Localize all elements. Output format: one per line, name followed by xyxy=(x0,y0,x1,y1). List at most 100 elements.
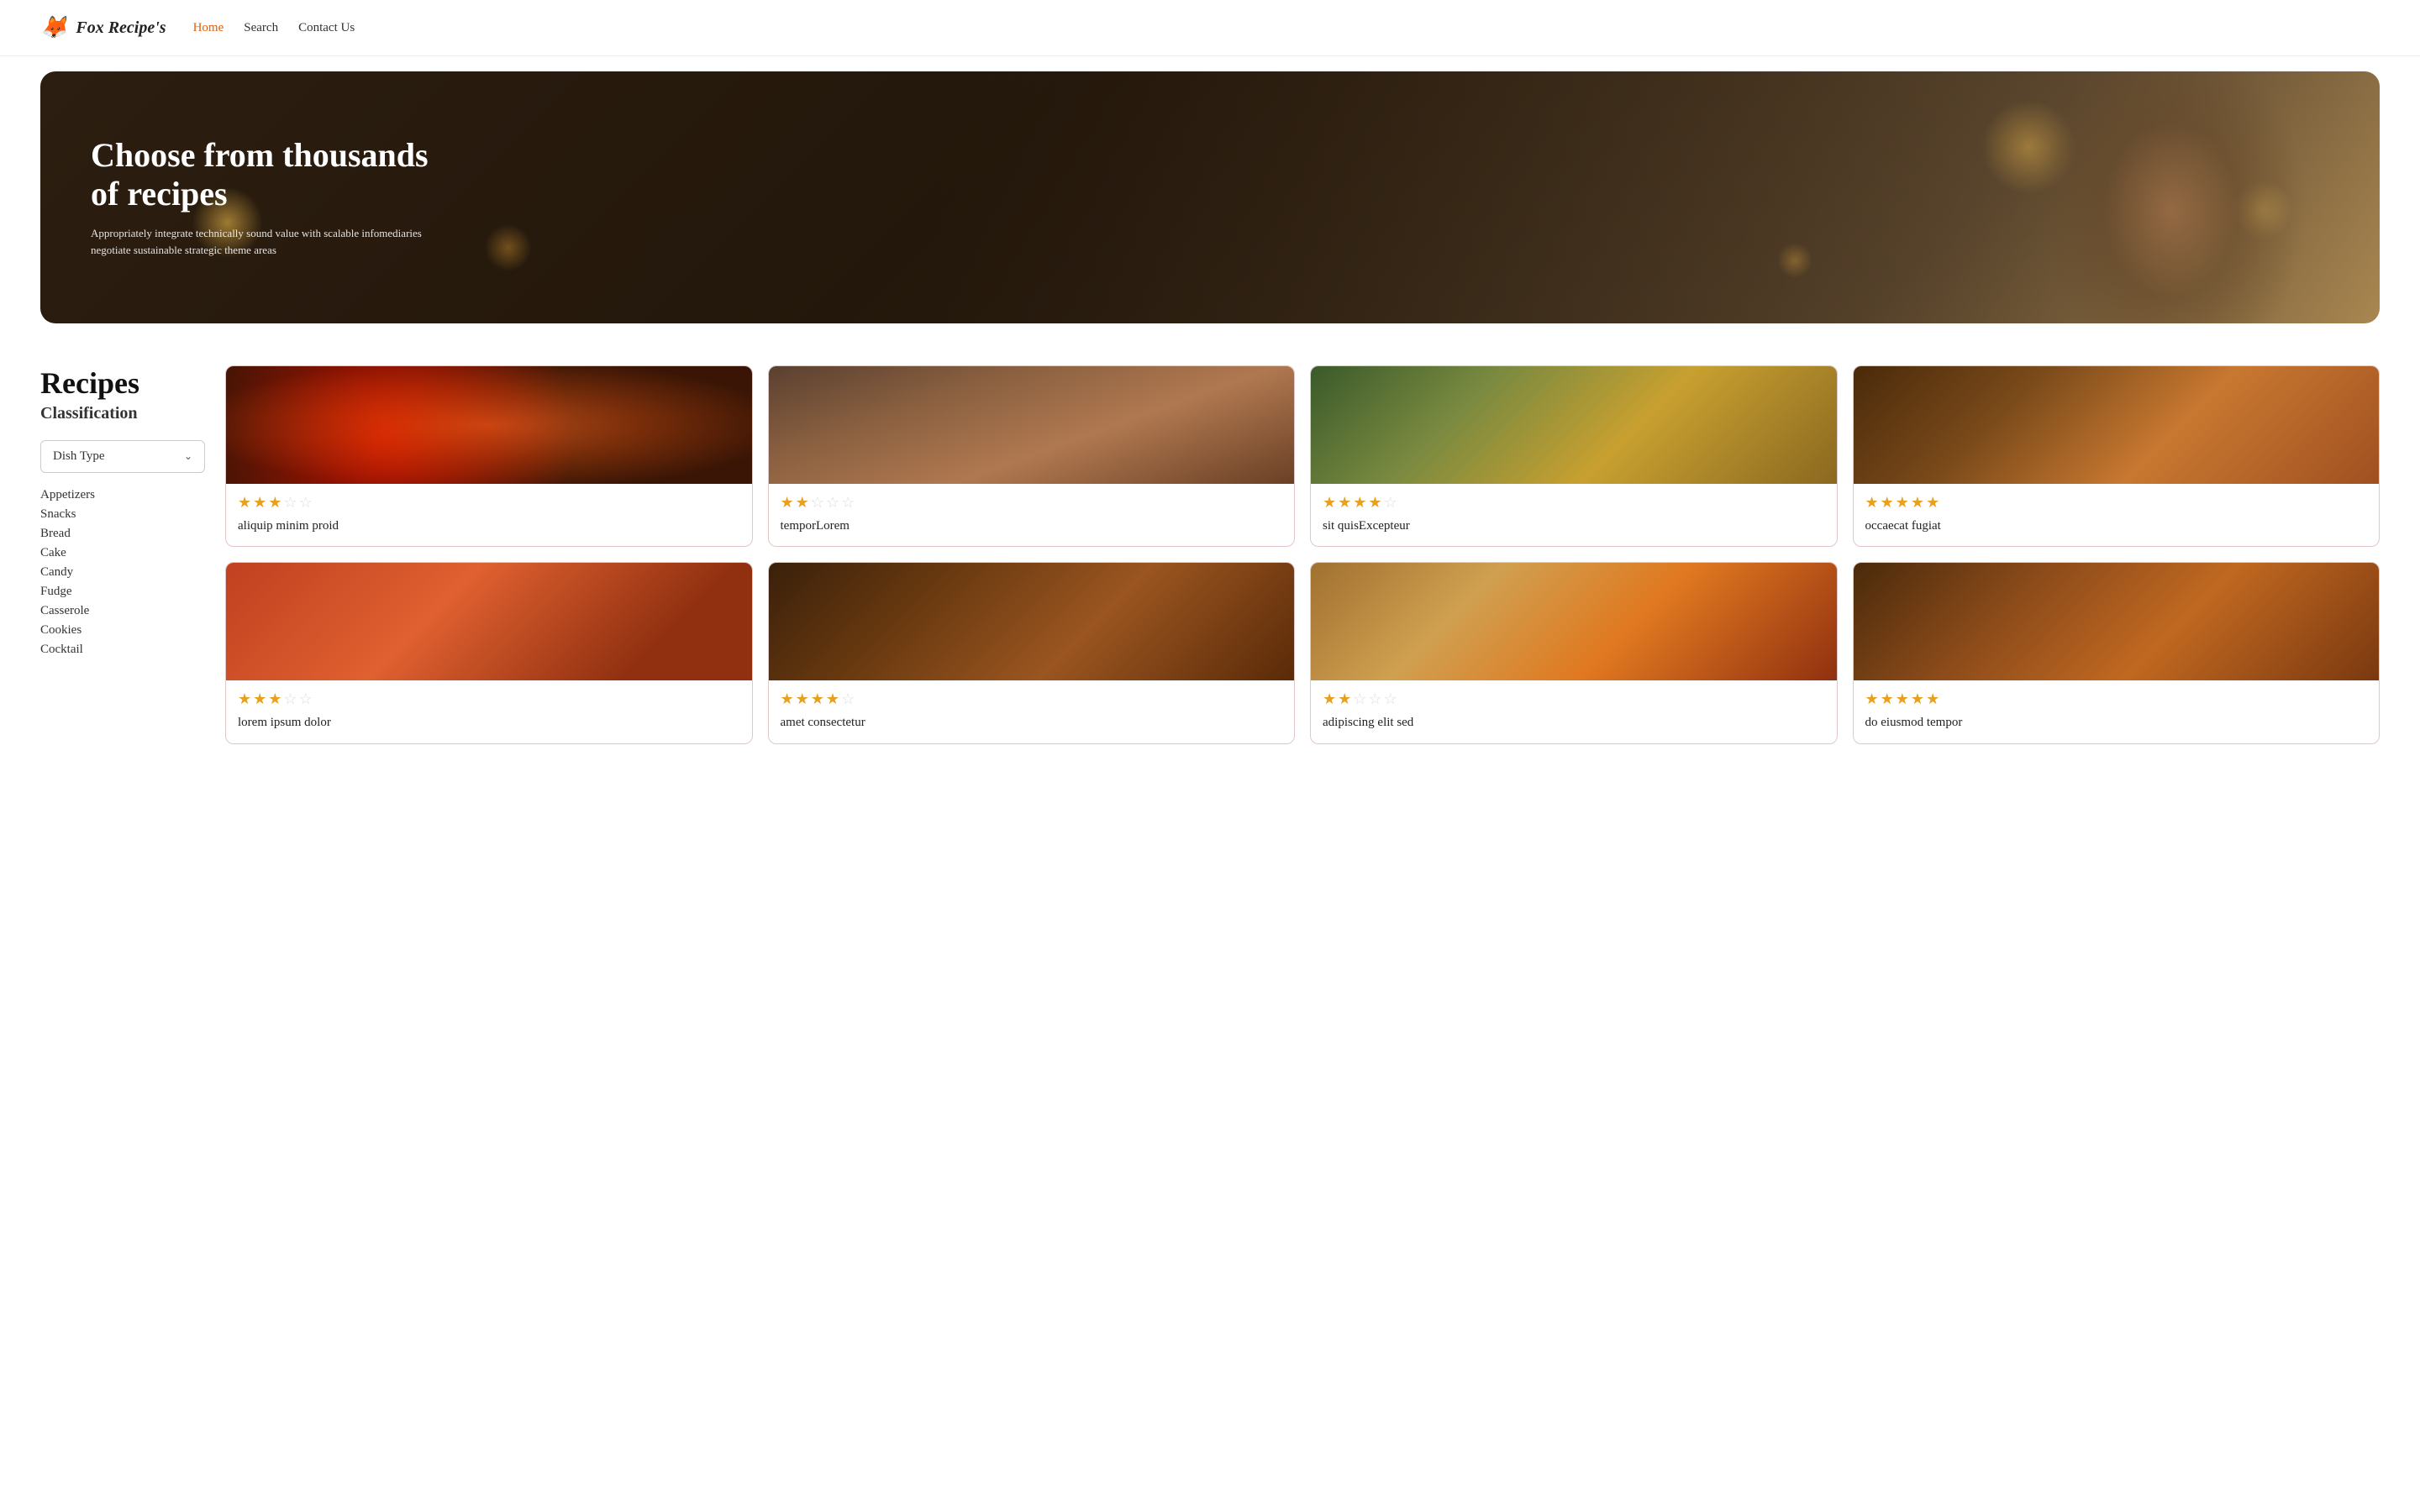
main-content: Recipes Classification Dish Type ⌄ Appet… xyxy=(0,339,2420,771)
category-casserole[interactable]: Casserole xyxy=(40,604,205,618)
star-filled-icon: ★ xyxy=(268,690,281,708)
star-empty-icon: ☆ xyxy=(299,690,313,708)
recipe-title: amet consectetur xyxy=(781,714,1283,731)
recipe-card[interactable]: ★★★☆☆aliquip minim proid xyxy=(225,365,753,547)
star-filled-icon: ★ xyxy=(796,494,809,512)
star-filled-icon: ★ xyxy=(1926,494,1939,512)
star-filled-icon: ★ xyxy=(1338,494,1351,512)
category-list: Appetizers Snacks Bread Cake Candy Fudge… xyxy=(40,488,205,657)
star-filled-icon: ★ xyxy=(781,494,794,512)
recipe-image xyxy=(1854,366,2380,484)
recipe-card[interactable]: ★★☆☆☆ adipiscing elit sed xyxy=(1310,562,1838,743)
recipe-image xyxy=(769,366,1295,484)
star-filled-icon: ★ xyxy=(253,690,266,708)
star-filled-icon: ★ xyxy=(781,690,794,708)
dish-type-dropdown[interactable]: Dish Type ⌄ xyxy=(40,440,205,473)
star-filled-icon: ★ xyxy=(1368,494,1381,512)
recipe-stars: ★★★★★ xyxy=(1865,494,2368,512)
recipe-image xyxy=(226,366,752,484)
recipe-card[interactable]: ★★★★★occaecat fugiat xyxy=(1853,365,2381,547)
recipe-image xyxy=(1311,366,1837,484)
recipe-card[interactable]: ★★★☆☆lorem ipsum dolor xyxy=(225,562,753,743)
star-filled-icon: ★ xyxy=(268,494,281,512)
star-empty-icon: ☆ xyxy=(841,690,855,708)
recipe-stars: ★★☆☆☆ xyxy=(1323,690,1825,708)
category-cocktail[interactable]: Cocktail xyxy=(40,643,205,657)
star-empty-icon: ☆ xyxy=(1384,690,1397,708)
recipe-title: temporLorem xyxy=(781,517,1283,534)
recipe-stars: ★★★☆☆ xyxy=(238,690,740,708)
sidebar-title: Recipes xyxy=(40,365,205,401)
category-cake[interactable]: Cake xyxy=(40,546,205,560)
category-appetizers[interactable]: Appetizers xyxy=(40,488,205,502)
hero-title: Choose from thousands of recipes xyxy=(91,136,444,213)
star-filled-icon: ★ xyxy=(1896,494,1909,512)
nav-contact[interactable]: Contact Us xyxy=(298,21,355,35)
star-empty-icon: ☆ xyxy=(1384,494,1397,512)
star-filled-icon: ★ xyxy=(796,690,809,708)
category-snacks[interactable]: Snacks xyxy=(40,507,205,522)
star-filled-icon: ★ xyxy=(1865,690,1879,708)
recipe-card-body: ★★☆☆☆ adipiscing elit sed xyxy=(1311,680,1837,743)
hero-banner: Choose from thousands of recipes Appropr… xyxy=(40,71,2380,323)
recipe-card[interactable]: ★★★★★do eiusmod tempor xyxy=(1853,562,2381,743)
recipe-card-body: ★★★★★do eiusmod tempor xyxy=(1854,680,2380,743)
star-filled-icon: ★ xyxy=(1323,494,1336,512)
star-filled-icon: ★ xyxy=(826,690,839,708)
sidebar: Recipes Classification Dish Type ⌄ Appet… xyxy=(40,365,225,744)
nav-home[interactable]: Home xyxy=(193,21,224,35)
category-cookies[interactable]: Cookies xyxy=(40,623,205,638)
star-empty-icon: ☆ xyxy=(1353,690,1366,708)
star-empty-icon: ☆ xyxy=(1368,690,1381,708)
star-filled-icon: ★ xyxy=(238,690,251,708)
recipe-card-body: ★★★☆☆aliquip minim proid xyxy=(226,484,752,546)
hero-content: Choose from thousands of recipes Appropr… xyxy=(91,136,444,259)
fox-icon: 🦊 xyxy=(40,15,67,40)
star-filled-icon: ★ xyxy=(1911,690,1924,708)
hero-subtitle: Appropriately integrate technically soun… xyxy=(91,225,444,259)
category-fudge[interactable]: Fudge xyxy=(40,585,205,599)
recipe-grid: ★★★☆☆aliquip minim proid★★☆☆☆temporLorem… xyxy=(225,365,2380,744)
recipe-card-body: ★★☆☆☆temporLorem xyxy=(769,484,1295,546)
sidebar-subtitle: Classification xyxy=(40,404,205,423)
recipe-card[interactable]: ★★★★☆sit quisExcepteur xyxy=(1310,365,1838,547)
star-empty-icon: ☆ xyxy=(299,494,313,512)
nav-search[interactable]: Search xyxy=(244,21,278,35)
star-filled-icon: ★ xyxy=(1338,690,1351,708)
recipe-card[interactable]: ★★★★☆amet consectetur xyxy=(768,562,1296,743)
recipe-image xyxy=(226,563,752,680)
category-bread[interactable]: Bread xyxy=(40,527,205,541)
recipe-card-body: ★★★☆☆lorem ipsum dolor xyxy=(226,680,752,743)
star-filled-icon: ★ xyxy=(1896,690,1909,708)
recipe-stars: ★★★★☆ xyxy=(781,690,1283,708)
recipe-title: aliquip minim proid xyxy=(238,517,740,534)
dish-type-label: Dish Type xyxy=(53,449,105,464)
star-filled-icon: ★ xyxy=(1865,494,1879,512)
recipe-stars: ★★☆☆☆ xyxy=(781,494,1283,512)
recipe-image xyxy=(1311,563,1837,680)
hero-image xyxy=(1960,71,2312,323)
category-candy[interactable]: Candy xyxy=(40,565,205,580)
site-name: Fox Recipe's xyxy=(76,18,166,38)
chevron-down-icon: ⌄ xyxy=(184,450,192,463)
recipe-image xyxy=(1854,563,2380,680)
recipe-image xyxy=(769,563,1295,680)
star-empty-icon: ☆ xyxy=(283,494,297,512)
recipe-stars: ★★★★☆ xyxy=(1323,494,1825,512)
recipe-card-body: ★★★★★occaecat fugiat xyxy=(1854,484,2380,546)
star-filled-icon: ★ xyxy=(811,690,824,708)
recipe-title: adipiscing elit sed xyxy=(1323,714,1825,731)
recipe-title: occaecat fugiat xyxy=(1865,517,2368,534)
recipe-card-body: ★★★★☆amet consectetur xyxy=(769,680,1295,743)
recipe-card[interactable]: ★★☆☆☆temporLorem xyxy=(768,365,1296,547)
star-empty-icon: ☆ xyxy=(826,494,839,512)
star-filled-icon: ★ xyxy=(253,494,266,512)
star-filled-icon: ★ xyxy=(1353,494,1366,512)
site-logo[interactable]: 🦊 Fox Recipe's xyxy=(40,15,166,40)
recipe-title: lorem ipsum dolor xyxy=(238,714,740,731)
navbar: 🦊 Fox Recipe's Home Search Contact Us xyxy=(0,0,2420,56)
star-empty-icon: ☆ xyxy=(841,494,855,512)
recipe-title: sit quisExcepteur xyxy=(1323,517,1825,534)
recipe-stars: ★★★★★ xyxy=(1865,690,2368,708)
star-filled-icon: ★ xyxy=(238,494,251,512)
